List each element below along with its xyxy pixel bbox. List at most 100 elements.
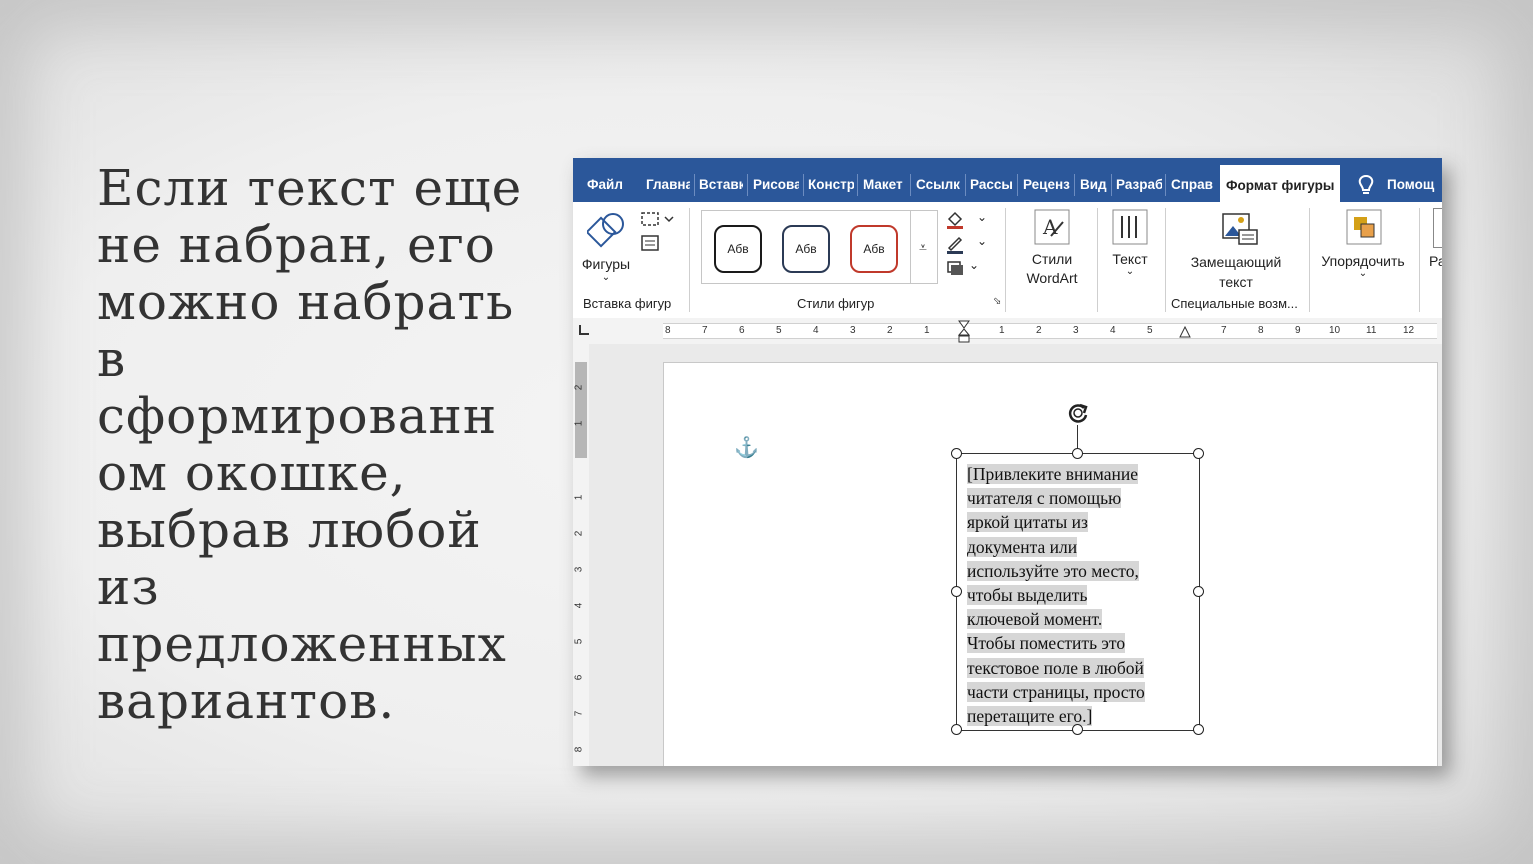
pull-quote-text-box[interactable]: [Привлеките внимание читателя с помощью … <box>951 448 1204 735</box>
tab-design[interactable]: Констр <box>808 169 854 201</box>
alt-text-icon[interactable] <box>1219 210 1259 248</box>
ruler-number: 1 <box>924 325 930 336</box>
ribbon-body: Фигуры ⌄ Вставка фигур Абв Абв Абв ⩡ ⌄ ⌄… <box>573 202 1442 319</box>
tab-selector-icon[interactable] <box>579 325 589 335</box>
tab-draw[interactable]: Рисова <box>753 169 799 201</box>
right-indent-marker-icon[interactable] <box>1179 326 1191 338</box>
ruler-number: 3 <box>573 566 585 573</box>
edit-shape-icon[interactable] <box>639 210 675 228</box>
chevron-down-icon[interactable]: ⌄ <box>1356 268 1370 279</box>
shape-fill-icon[interactable] <box>945 210 965 230</box>
text-box-line: части страницы, просто <box>967 681 1145 702</box>
text-button-label[interactable]: Текст <box>1103 251 1157 267</box>
group-label-accessibility: Специальные возм... <box>1171 296 1298 311</box>
slide-line: ом окошке, <box>97 444 407 502</box>
arrange-icon[interactable] <box>1345 208 1383 246</box>
text-box-content[interactable]: [Привлеките внимание читателя с помощью … <box>967 462 1193 728</box>
resize-handle-top-left[interactable] <box>951 448 962 459</box>
resize-handle-bottom-right[interactable] <box>1193 724 1204 735</box>
text-box-line: используйте это место, <box>967 560 1139 581</box>
shape-outline-icon[interactable] <box>945 234 965 254</box>
document-canvas[interactable]: ⚓ [Привлеките внимание читателя с помощь… <box>589 344 1442 766</box>
vertical-ruler[interactable]: 2 1 1 2 3 4 5 6 7 8 <box>573 344 589 766</box>
ribbon-tab-bar: Файл Главна Вставк Рисова Констр Макет С… <box>573 158 1442 202</box>
tab-mailings[interactable]: Рассы <box>970 169 1014 201</box>
tab-separator <box>694 174 695 196</box>
tab-separator <box>1017 174 1018 196</box>
slide-body-text: Если текст еще не набран, его можно набр… <box>97 160 537 730</box>
slide-line: предложенных <box>97 615 507 673</box>
text-box-line: перетащите его.] <box>967 706 1093 727</box>
resize-handle-right[interactable] <box>1193 586 1204 597</box>
ruler-number: 2 <box>887 325 893 336</box>
text-box-line: ключевой момент. <box>967 609 1103 630</box>
size-button-label[interactable]: Ра <box>1429 253 1442 269</box>
text-box-line: Чтобы поместить это <box>967 633 1126 654</box>
shape-effects-icon[interactable] <box>945 258 965 278</box>
text-direction-icon[interactable] <box>1111 208 1149 246</box>
text-box-line: [Привлеките внимание <box>967 464 1138 484</box>
gallery-more-button[interactable]: ⩡ <box>909 210 938 284</box>
group-label-shape-styles: Стили фигур <box>797 296 875 311</box>
dialog-launcher-icon[interactable]: ⬂ <box>993 296 1001 307</box>
size-icon[interactable] <box>1433 208 1442 248</box>
resize-handle-top-right[interactable] <box>1193 448 1204 459</box>
slide-line: Если текст еще <box>97 159 523 217</box>
chevron-down-icon[interactable]: ⌄ <box>599 272 613 283</box>
tab-references[interactable]: Ссылк <box>916 169 962 201</box>
shape-style-swatch[interactable]: Абв <box>714 225 762 273</box>
tab-shape-format[interactable]: Формат фигуры <box>1220 165 1340 202</box>
tab-layout[interactable]: Макет <box>863 169 907 201</box>
document-page[interactable]: ⚓ [Привлеките внимание читателя с помощь… <box>663 362 1438 766</box>
ruler-number: 9 <box>1295 325 1301 336</box>
wordart-label-line2[interactable]: WordArt <box>1013 270 1091 286</box>
resize-handle-bottom-left[interactable] <box>951 724 962 735</box>
slide-line: в <box>97 330 127 388</box>
slide-line: вариантов. <box>97 672 396 730</box>
anchor-icon[interactable]: ⚓ <box>734 435 759 460</box>
group-separator <box>1097 208 1098 312</box>
slide-line: из <box>97 558 160 616</box>
arrange-button-label[interactable]: Упорядочить <box>1317 253 1409 269</box>
tab-home[interactable]: Главна <box>646 169 690 201</box>
chevron-down-icon[interactable]: ⌄ <box>977 210 987 224</box>
ruler-number: 6 <box>573 674 585 681</box>
wordart-styles-icon[interactable]: A <box>1033 208 1071 246</box>
shape-style-swatch[interactable]: Абв <box>782 225 830 273</box>
ruler-number: 5 <box>573 638 585 645</box>
shapes-button-label[interactable]: Фигуры <box>579 256 633 272</box>
tab-help[interactable]: Справ <box>1171 169 1217 201</box>
rotate-handle-icon[interactable] <box>1066 401 1090 425</box>
alt-text-label-line2[interactable]: текст <box>1179 274 1293 290</box>
tab-separator <box>910 174 911 196</box>
tab-file[interactable]: Файл <box>587 169 631 201</box>
text-box-icon[interactable] <box>639 234 661 252</box>
shapes-icon[interactable] <box>587 210 627 250</box>
text-box-line: документа или <box>967 536 1078 557</box>
resize-handle-bottom[interactable] <box>1072 724 1083 735</box>
horizontal-ruler[interactable]: 8 7 6 5 4 3 2 1 1 2 3 4 5 7 8 9 10 11 12 <box>573 318 1442 345</box>
wordart-label-line1[interactable]: Стили <box>1013 251 1091 267</box>
slide-line: выбрав любой <box>97 501 482 559</box>
ruler-number: 12 <box>1403 325 1415 336</box>
lightbulb-icon[interactable] <box>1356 174 1376 198</box>
resize-handle-left[interactable] <box>951 586 962 597</box>
tab-view[interactable]: Вид <box>1080 169 1110 201</box>
ruler-number: 5 <box>1147 325 1153 336</box>
tab-insert[interactable]: Вставк <box>699 169 743 201</box>
resize-handle-top[interactable] <box>1072 448 1083 459</box>
tell-me-label[interactable]: Помощ <box>1387 169 1442 201</box>
chevron-down-icon[interactable]: ⌄ <box>969 258 979 272</box>
ruler-number: 1 <box>573 420 585 427</box>
alt-text-label-line1[interactable]: Замещающий <box>1179 254 1293 270</box>
chevron-down-icon[interactable]: ⌄ <box>1123 266 1137 277</box>
shape-style-swatch[interactable]: Абв <box>850 225 898 273</box>
tab-developer[interactable]: Разраб <box>1116 169 1162 201</box>
indent-marker-icon[interactable] <box>958 320 970 344</box>
group-separator <box>689 208 690 312</box>
slide-line: не набран, его <box>97 216 496 274</box>
chevron-down-icon[interactable]: ⌄ <box>977 234 987 248</box>
tab-separator <box>1165 174 1166 196</box>
ruler-number: 1 <box>573 494 585 501</box>
tab-review[interactable]: Реценз <box>1023 169 1071 201</box>
